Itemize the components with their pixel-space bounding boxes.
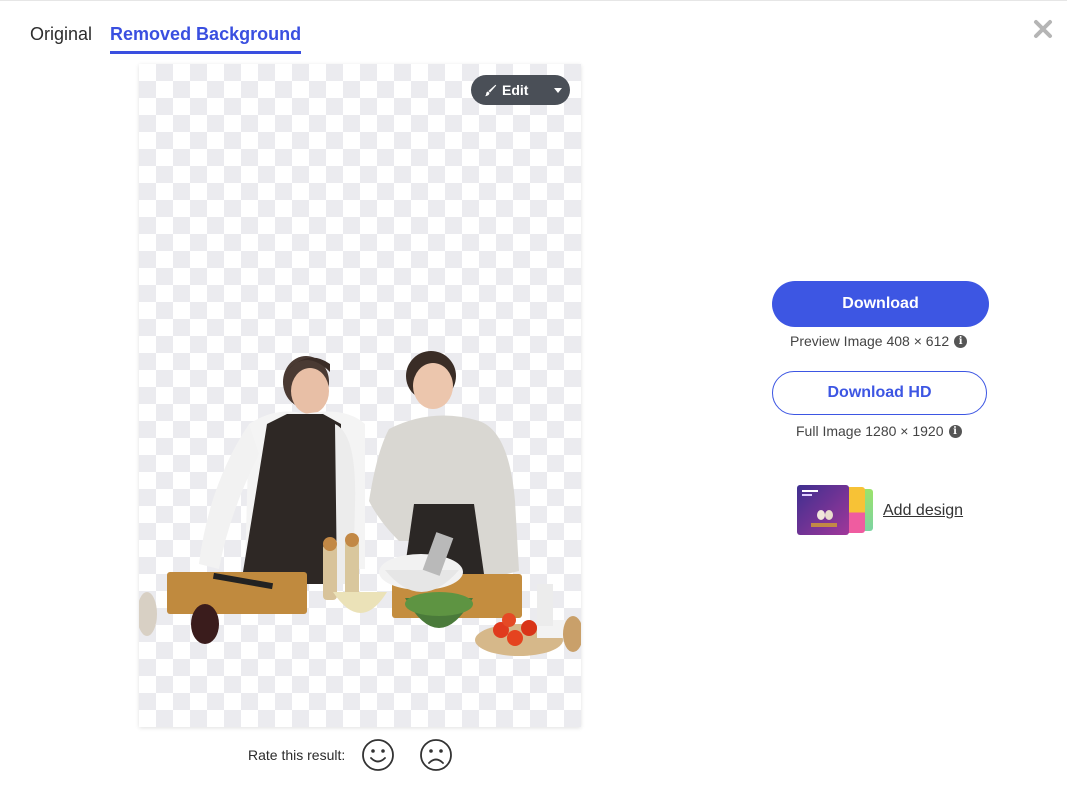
design-thumbnails (797, 485, 877, 537)
cutout-image (139, 351, 581, 656)
full-image-info-text: Full Image 1280 × 1920 (796, 423, 944, 439)
info-icon[interactable]: i (954, 334, 968, 348)
top-divider (0, 0, 1067, 1)
add-design-label: Add design (883, 502, 964, 519)
view-tabs: Original Removed Background (30, 24, 302, 54)
person-left (199, 356, 365, 584)
info-icon[interactable]: i (948, 424, 962, 438)
close-icon[interactable] (1032, 18, 1054, 40)
brush-icon (485, 84, 497, 96)
download-button[interactable]: Download (772, 281, 989, 327)
edit-menu-toggle[interactable] (545, 75, 570, 105)
design-thumbnail (797, 485, 849, 535)
result-image-preview: Edit (139, 64, 581, 727)
rating-bar: Rate this result: (248, 738, 477, 772)
smile-icon[interactable] (361, 738, 395, 772)
edit-label: Edit (502, 82, 529, 98)
download-hd-button[interactable]: Download HD (772, 371, 987, 415)
tab-original[interactable]: Original (30, 24, 92, 54)
edit-button[interactable]: Edit (471, 75, 545, 105)
full-image-info: Full Image 1280 × 1920 i (796, 423, 962, 439)
add-design-link[interactable]: Add design (797, 485, 963, 537)
edit-control: Edit (471, 75, 570, 105)
preview-image-info: Preview Image 408 × 612 i (790, 333, 968, 349)
rating-label: Rate this result: (248, 747, 346, 763)
preview-image-info-text: Preview Image 408 × 612 (790, 333, 950, 349)
frown-icon[interactable] (419, 738, 453, 772)
caret-down-icon (553, 87, 562, 93)
tab-removed-background[interactable]: Removed Background (110, 24, 302, 54)
